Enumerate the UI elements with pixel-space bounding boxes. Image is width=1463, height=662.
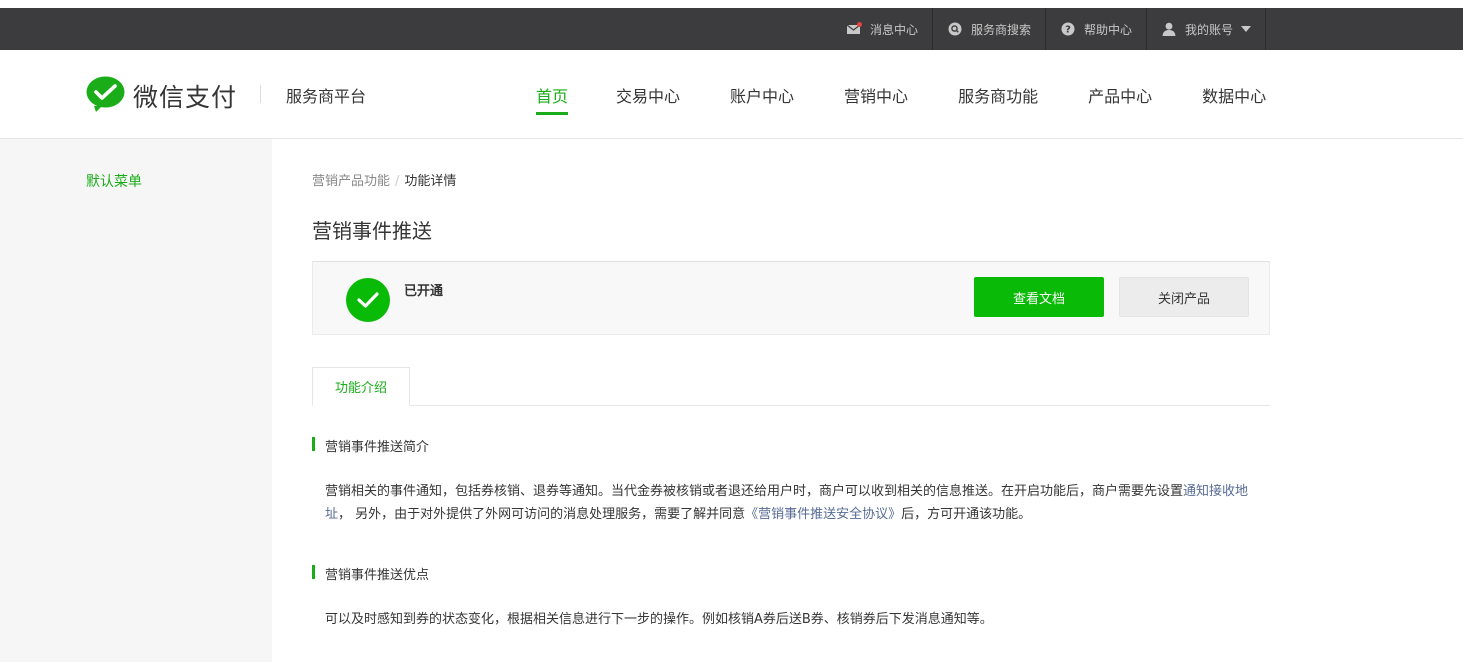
search-icon (947, 21, 963, 37)
topbar-help-center[interactable]: ? 帮助中心 (1045, 8, 1146, 50)
nav-data-center[interactable]: 数据中心 (1202, 50, 1266, 139)
breadcrumb: 营销产品功能 / 功能详情 (312, 170, 456, 189)
top-bar: 消息中心 服务商搜索 ? 帮助中心 我的账号 (0, 8, 1463, 50)
intro-text-part2: ， 另外，由于对外提供了外网可访问的消息处理服务，需要了解并同意 (338, 507, 746, 522)
topbar-message-center[interactable]: 消息中心 (832, 8, 932, 50)
nav-product-center[interactable]: 产品中心 (1088, 50, 1152, 139)
topbar-label: 帮助中心 (1084, 22, 1133, 37)
topbar-label: 服务商搜索 (971, 22, 1032, 37)
section-title-intro: 营销事件推送简介 (312, 436, 429, 455)
nav-home[interactable]: 首页 (536, 50, 569, 139)
topbar-provider-search[interactable]: 服务商搜索 (932, 8, 1045, 50)
header: 微信支付 服务商平台 首页 交易中心 账户中心 营销中心 服务商功能 产品中心 … (0, 50, 1463, 139)
breadcrumb-current: 功能详情 (404, 174, 457, 189)
sidebar-item-default-menu[interactable]: 默认菜单 (86, 171, 142, 191)
breadcrumb-separator: / (395, 174, 400, 189)
svg-text:?: ? (1065, 25, 1071, 36)
message-icon (846, 21, 862, 37)
breadcrumb-parent[interactable]: 营销产品功能 (312, 174, 390, 189)
section-advantages-text: 可以及时感知到券的状态变化，根据相关信息进行下一步的操作。例如核销A券后送B券、… (325, 612, 993, 627)
section-title-advantages: 营销事件推送优点 (312, 564, 429, 583)
logo[interactable]: 微信支付 (86, 76, 237, 116)
nav-account-center[interactable]: 账户中心 (730, 50, 794, 139)
nav-provider-functions[interactable]: 服务商功能 (958, 50, 1038, 139)
intro-text-part1: 营销相关的事件通知，包括券核销、退券等通知。当代金券被核销或者退还给用户时，商户… (325, 484, 1184, 499)
wechat-pay-logo-icon (86, 76, 125, 116)
page-title: 营销事件推送 (312, 219, 432, 243)
nav-marketing-center[interactable]: 营销中心 (844, 50, 908, 139)
nav-trade-center[interactable]: 交易中心 (616, 50, 680, 139)
chevron-down-icon (1241, 26, 1252, 32)
user-icon (1161, 21, 1177, 37)
logo-text: 微信支付 (133, 83, 238, 112)
intro-text-part3: 后，方可开通该功能。 (901, 507, 1032, 522)
topbar-label: 消息中心 (870, 22, 919, 37)
logo-divider (260, 85, 261, 103)
section-intro-text: 营销相关的事件通知，包括券核销、退券等通知。当代金券被核销或者退还给用户时，商户… (325, 480, 1260, 526)
check-circle-icon (346, 278, 390, 322)
status-panel: 已开通 查看文档 关闭产品 (312, 261, 1270, 335)
close-product-button[interactable]: 关闭产品 (1119, 277, 1249, 317)
sidebar: 默认菜单 (0, 139, 272, 662)
main-nav: 首页 交易中心 账户中心 营销中心 服务商功能 产品中心 数据中心 (536, 50, 1266, 139)
security-agreement-link[interactable]: 《营销事件推送安全协议》 (745, 507, 901, 522)
tab-feature-intro[interactable]: 功能介绍 (312, 367, 410, 406)
topbar-label: 我的账号 (1185, 22, 1234, 37)
view-docs-button[interactable]: 查看文档 (974, 277, 1104, 317)
help-icon: ? (1060, 21, 1076, 37)
topbar-my-account[interactable]: 我的账号 (1146, 8, 1267, 50)
platform-name: 服务商平台 (286, 87, 367, 106)
status-text: 已开通 (404, 284, 444, 299)
tab-bar: 功能介绍 (312, 367, 1270, 406)
